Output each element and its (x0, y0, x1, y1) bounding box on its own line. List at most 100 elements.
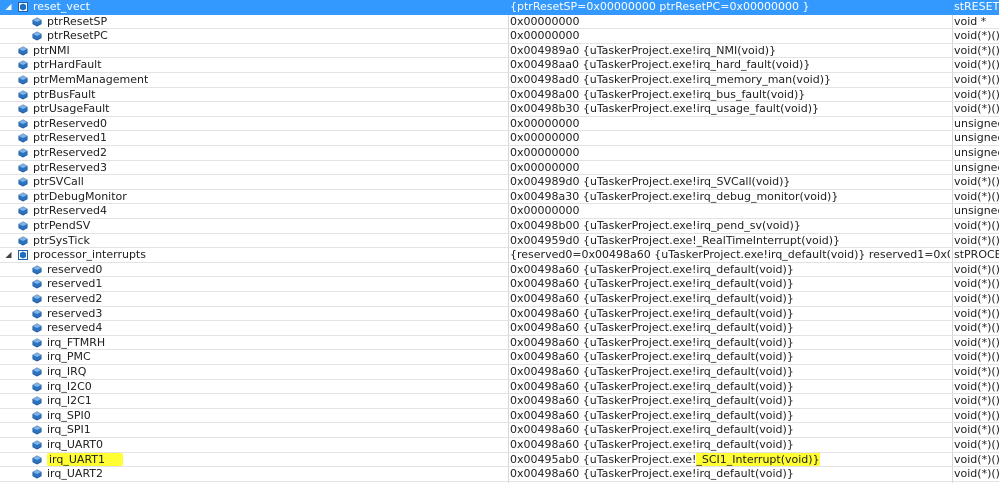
watch-row[interactable]: irq_UART2 0x00498a60 {uTaskerProject.exe!… (0, 467, 999, 482)
watch-row[interactable]: irq_UART1 0x00495ab0 {uTaskerProject.exe!… (0, 452, 999, 468)
value-cell: 0x004989a0 {uTaskerProject.exe!irq_NMI(v… (510, 44, 950, 58)
watch-row[interactable]: ptrDebugMonitor 0x00498a30 {uTaskerProjec… (0, 190, 999, 205)
watch-row[interactable]: ptrReserved0 0x00000000 unsigned (0, 117, 999, 132)
value-cell: 0x00498a60 {uTaskerProject.exe!irq_defau… (510, 409, 950, 423)
value-text: 0x00498a60 {uTaskerProject.exe!irq_defau… (510, 306, 794, 320)
type-cell: void(*)() (954, 335, 999, 349)
field-icon (18, 206, 28, 216)
watch-row[interactable]: reserved4 0x00498a60 {uTaskerProject.exe!… (0, 321, 999, 336)
watch-row[interactable]: ptrBusFault 0x00498a00 {uTaskerProject.ex… (0, 88, 999, 103)
watch-row[interactable]: ptrReserved2 0x00000000 unsigned (0, 146, 999, 161)
collapse-arrow-icon[interactable]: ◢ (4, 2, 13, 11)
watch-row[interactable]: irq_SPI0 0x00498a60 {uTaskerProject.exe!i… (0, 409, 999, 424)
name-cell: irq_IRQ (0, 365, 506, 379)
watch-row[interactable]: reserved2 0x00498a60 {uTaskerProject.exe!… (0, 292, 999, 307)
name-cell: ptrReserved0 (0, 117, 506, 131)
value-cell: 0x00498a60 {uTaskerProject.exe!irq_defau… (510, 365, 950, 379)
value-cell: 0x00498a00 {uTaskerProject.exe!irq_bus_f… (510, 88, 950, 102)
watch-row[interactable]: ptrSysTick 0x004959d0 {uTaskerProject.exe… (0, 234, 999, 249)
watch-row[interactable]: reserved0 0x00498a60 {uTaskerProject.exe!… (0, 263, 999, 278)
value-text: 0x00498a60 {uTaskerProject.exe!irq_defau… (510, 408, 794, 422)
type-cell: void(*)() (954, 452, 999, 466)
watch-row[interactable]: ptrNMI 0x004989a0 {uTaskerProject.exe!irq… (0, 44, 999, 59)
value-text: {reserved0=0x00498a60 {uTaskerProject.ex… (510, 248, 950, 262)
watch-row[interactable]: ptrReserved1 0x00000000 unsigned (0, 131, 999, 146)
name-cell: irq_FTMRH (0, 336, 506, 350)
type-cell: void(*)() (954, 43, 999, 57)
value-text: 0x00000000 (510, 116, 580, 130)
watch-row[interactable]: irq_PMC 0x00498a60 {uTaskerProject.exe!ir… (0, 350, 999, 365)
type-cell: unsigned (954, 160, 999, 174)
variable-name: ptrNMI (33, 43, 70, 57)
type-cell: void(*)() (954, 306, 999, 320)
variable-name: ptrReserved0 (33, 116, 108, 130)
variable-name: reserved2 (47, 292, 103, 305)
name-cell: irq_SPI0 (0, 409, 506, 423)
type-cell: void(*)() (954, 438, 999, 451)
field-icon (18, 192, 28, 202)
watch-row[interactable]: ptrHardFault 0x00498aa0 {uTaskerProject.e… (0, 58, 999, 73)
variable-name: ptrHardFault (33, 58, 102, 72)
watch-row[interactable]: irq_SPI1 0x00498a60 {uTaskerProject.exe!i… (0, 423, 999, 438)
value-text: 0x00000000 (510, 204, 580, 218)
type-cell: void(*)() (954, 73, 999, 86)
name-cell: ptrSVCall (0, 175, 506, 189)
name-cell: irq_UART1 (0, 452, 506, 467)
variable-name: ptrSysTick (33, 233, 90, 247)
watch-row[interactable]: ptrPendSV 0x00498b00 {uTaskerProject.exe!… (0, 219, 999, 234)
watch-row[interactable]: irq_IRQ 0x00498a60 {uTaskerProject.exe!ir… (0, 365, 999, 380)
variable-name: ptrReserved1 (33, 131, 108, 145)
variable-name: reserved0 (47, 262, 103, 276)
watch-row[interactable]: irq_I2C1 0x00498a60 {uTaskerProject.exe!i… (0, 394, 999, 409)
watch-row[interactable]: ◢ processor_interrupts {reserved0=0x00498a… (0, 248, 999, 263)
name-cell: ptrReserved1 (0, 131, 506, 145)
watch-row[interactable]: ◢ reset_vect {ptrResetSP=0x00000000 ptrRes… (0, 0, 999, 15)
name-cell: reserved1 (0, 277, 506, 291)
variable-name: irq_SPI0 (47, 408, 91, 422)
value-text: 0x00498a60 {uTaskerProject.exe!irq_defau… (510, 467, 794, 481)
watch-row[interactable]: ptrReserved3 0x00000000 unsigned (0, 161, 999, 176)
watch-row[interactable]: reserved1 0x00498a60 {uTaskerProject.exe!… (0, 277, 999, 292)
field-icon (32, 440, 42, 450)
struct-icon (18, 250, 28, 261)
watch-row[interactable]: ptrResetPC 0x00000000 void(*)() (0, 29, 999, 44)
value-cell: 0x00498a60 {uTaskerProject.exe!irq_defau… (510, 307, 950, 321)
watch-row[interactable]: ptrSVCall 0x004989d0 {uTaskerProject.exe!… (0, 175, 999, 190)
watch-row[interactable]: irq_I2C0 0x00498a60 {uTaskerProject.exe!i… (0, 380, 999, 395)
watch-row[interactable]: irq_FTMRH 0x00498a60 {uTaskerProject.exe!… (0, 336, 999, 351)
field-icon (32, 396, 42, 406)
value-cell: 0x00000000 (510, 131, 950, 145)
field-icon (18, 148, 28, 158)
value-cell: 0x00000000 (510, 204, 950, 218)
watch-row[interactable]: ptrReserved4 0x00000000 unsigned (0, 204, 999, 219)
name-cell: ptrUsageFault (0, 102, 506, 116)
value-cell: 0x00498a60 {uTaskerProject.exe!irq_defau… (510, 336, 950, 350)
type-cell: void(*)() (954, 423, 999, 437)
value-text: 0x00498a60 {uTaskerProject.exe!irq_defau… (510, 277, 794, 291)
value-text: 0x00498a60 {uTaskerProject.exe!irq_defau… (510, 262, 794, 276)
field-icon (32, 382, 42, 392)
value-cell: 0x00498a60 {uTaskerProject.exe!irq_defau… (510, 380, 950, 394)
watch-row[interactable]: ptrResetSP 0x00000000 void * (0, 15, 999, 30)
watch-row[interactable]: ptrUsageFault 0x00498b30 {uTaskerProject.… (0, 102, 999, 117)
collapse-arrow-icon[interactable]: ◢ (4, 250, 13, 259)
value-text: 0x00498a60 {uTaskerProject.exe!irq_defau… (510, 438, 794, 451)
variable-name: ptrReserved4 (33, 204, 108, 218)
watch-row[interactable]: reserved3 0x00498a60 {uTaskerProject.exe!… (0, 307, 999, 322)
field-icon (32, 338, 42, 348)
field-icon (32, 425, 42, 435)
type-cell: void(*)() (954, 321, 999, 335)
name-cell: ptrResetSP (0, 15, 506, 29)
watch-row[interactable]: ptrMemManagement 0x00498ad0 {uTaskerProje… (0, 73, 999, 88)
field-icon (18, 177, 28, 187)
name-cell: reserved3 (0, 307, 506, 321)
value-text: 0x00000000 (510, 160, 580, 174)
type-cell: void(*)() (954, 189, 999, 203)
value-text: {ptrResetSP=0x00000000 ptrResetPC=0x0000… (510, 0, 810, 13)
watch-row[interactable]: irq_UART0 0x00498a60 {uTaskerProject.exe!… (0, 438, 999, 453)
type-cell: void(*)() (954, 175, 999, 189)
value-cell: 0x00498a60 {uTaskerProject.exe!irq_defau… (510, 263, 950, 277)
type-cell: void(*)() (954, 277, 999, 291)
value-cell: 0x00498a60 {uTaskerProject.exe!irq_defau… (510, 394, 950, 408)
field-icon (32, 294, 42, 304)
